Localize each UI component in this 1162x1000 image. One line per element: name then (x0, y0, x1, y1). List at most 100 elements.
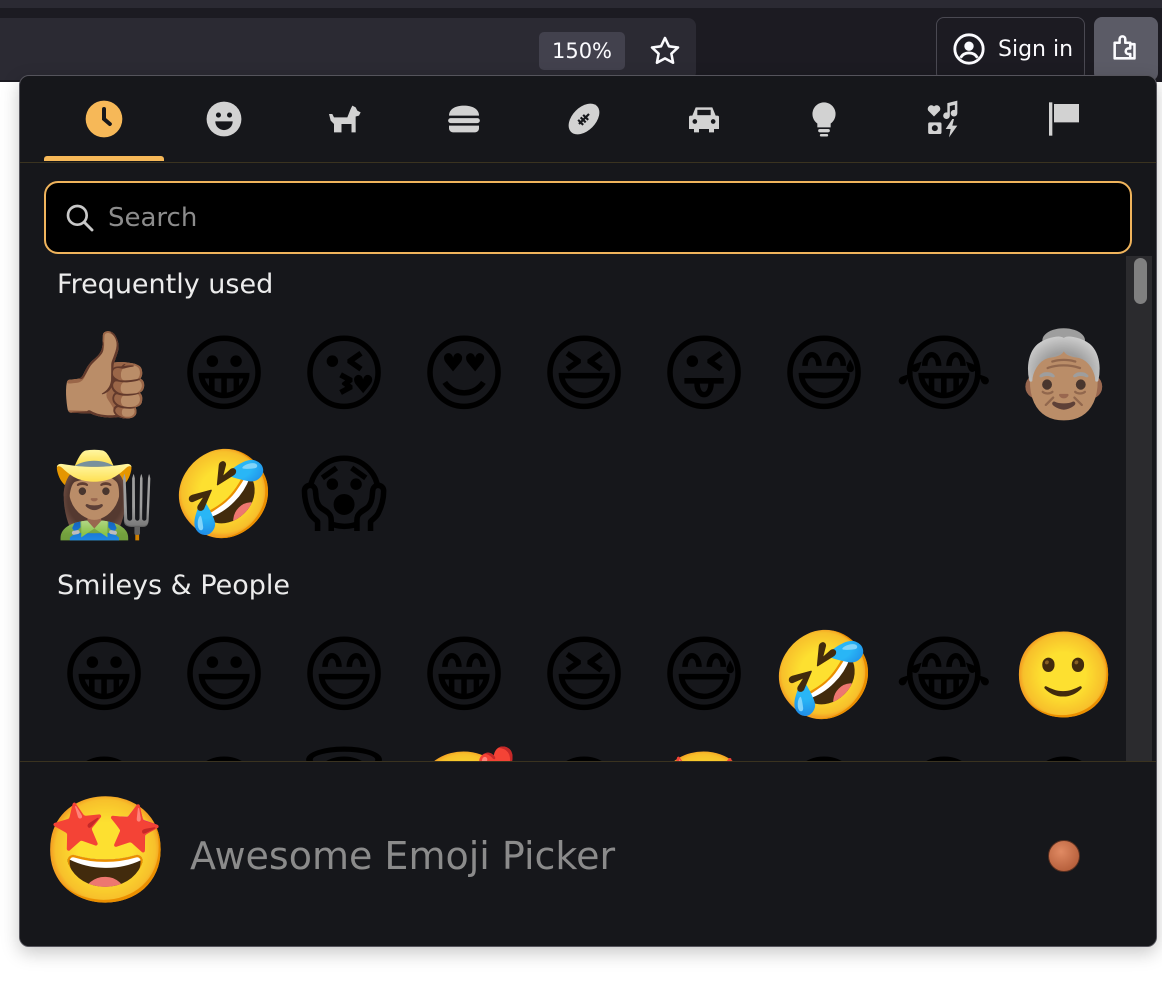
sign-in-button[interactable]: Sign in (936, 17, 1085, 81)
tab-flags[interactable] (1004, 76, 1124, 161)
section-title-smileys-people: Smileys & People (57, 570, 291, 601)
emoji-glyph: 👵🏽 (1011, 325, 1117, 423)
emoji-glyph: 👩🏽‍🌾 (51, 445, 157, 543)
emoji-button[interactable]: 👍🏽 (51, 324, 157, 424)
emoji-glyph: 😍 (540, 753, 628, 761)
search-input[interactable] (106, 201, 1090, 234)
emoji-glyph: 😂 (894, 626, 994, 724)
emoji-glyph: 😇 (300, 753, 388, 761)
emoji-button[interactable]: 😉 (54, 745, 154, 761)
tab-smileys[interactable] (164, 76, 284, 161)
emoji-glyph: 😅 (780, 325, 868, 423)
emoji-button[interactable]: 😍 (534, 745, 634, 761)
emoji-glyph: 😱 (300, 445, 388, 543)
emoji-button[interactable]: 😆 (534, 324, 634, 424)
emoji-button[interactable]: 😃 (174, 625, 274, 725)
emoji-button[interactable]: 😜 (654, 324, 754, 424)
emoji-button[interactable]: 🤣 (771, 625, 877, 725)
scrollbar-thumb[interactable] (1134, 258, 1147, 304)
emoji-glyph: 😆 (540, 325, 628, 423)
emoji-glyph: 🙂 (1011, 626, 1117, 724)
emoji-button[interactable]: 😊 (174, 745, 274, 761)
emoji-glyph: 😜 (660, 325, 748, 423)
browser-toolbar: 150% Sign in (0, 0, 1162, 82)
category-tabs (20, 76, 1156, 163)
emoji-glyph: 🤣 (171, 445, 277, 543)
preview-footer: 🤩 Awesome Emoji Picker (20, 761, 1156, 946)
emoji-button[interactable]: 🤣 (171, 444, 277, 544)
emoji-button[interactable]: 😁 (414, 625, 514, 725)
tab-food[interactable] (404, 76, 524, 161)
emoji-button[interactable]: 😅 (654, 625, 754, 725)
emoji-glyph: 😚 (1020, 753, 1108, 761)
emoji-glyph: 😁 (420, 626, 508, 724)
skin-tone-selector[interactable] (1048, 840, 1080, 872)
search-field[interactable] (44, 181, 1132, 254)
emoji-glyph: 😀 (60, 626, 148, 724)
emoji-button[interactable]: 👵🏽 (1011, 324, 1117, 424)
emoji-glyph: 😃 (180, 626, 268, 724)
preview-title: Awesome Emoji Picker (190, 834, 616, 878)
extensions-button[interactable] (1094, 17, 1158, 81)
emoji-glyph: 😘 (780, 753, 868, 761)
section-title-frequently-used: Frequently used (57, 269, 274, 300)
car-icon (689, 106, 719, 132)
emoji-button[interactable]: 😚 (1014, 745, 1114, 761)
emoji-glyph: 🥰 (412, 753, 517, 761)
tab-recent[interactable] (44, 76, 164, 161)
emoji-button[interactable]: 😱 (294, 444, 394, 544)
emoji-button[interactable]: 😂 (894, 324, 994, 424)
sign-in-label: Sign in (998, 36, 1074, 62)
emoji-glyph: 😊 (180, 753, 268, 761)
account-icon (952, 32, 986, 66)
emoji-glyph: 😅 (660, 626, 748, 724)
emoji-glyph: 🤩 (652, 753, 757, 761)
emoji-glyph: 😂 (894, 325, 994, 423)
emoji-button[interactable]: 😀 (54, 625, 154, 725)
emoji-button[interactable]: 😅 (774, 324, 874, 424)
emoji-button[interactable]: 🙂 (1011, 625, 1117, 725)
burger-icon (448, 105, 480, 132)
emoji-button[interactable]: 😇 (294, 745, 394, 761)
tab-objects[interactable] (764, 76, 884, 161)
zoom-level-badge[interactable]: 150% (539, 32, 625, 70)
emoji-glyph: 😀 (180, 325, 268, 423)
emoji-glyph: 😄 (300, 626, 388, 724)
search-icon (64, 202, 96, 234)
smiley-icon (206, 101, 242, 136)
tab-animals[interactable] (284, 76, 404, 161)
emoji-button[interactable]: 😘 (294, 324, 394, 424)
emoji-button[interactable]: 😍 (414, 324, 514, 424)
symbols-icon (927, 100, 958, 137)
clock-icon (85, 100, 123, 137)
emoji-glyph: 😉 (60, 753, 148, 761)
tab-travel[interactable] (644, 76, 764, 161)
emoji-glyph: 👍🏽 (51, 325, 157, 423)
extension-icon (1109, 30, 1143, 68)
emoji-button[interactable]: 😂 (894, 625, 994, 725)
emoji-list: Frequently used 👍🏽 😀 😘 😍 😆 😜 😅 😂 👵🏽 👩🏽‍🌾 🤣 😱 Smiley… (20, 256, 1125, 761)
flag-icon (1049, 101, 1079, 136)
emoji-button[interactable]: 😀 (174, 324, 274, 424)
emoji-glyph: 😗 (900, 753, 988, 761)
preview-emoji: 🤩 (41, 789, 171, 911)
emoji-glyph: 😍 (420, 325, 508, 423)
emoji-glyph: 😆 (540, 626, 628, 724)
lightbulb-icon (812, 101, 836, 136)
emoji-button[interactable]: 🤩 (652, 745, 757, 761)
emoji-glyph: 🤣 (771, 626, 877, 724)
football-icon (568, 103, 600, 134)
emoji-button[interactable]: 😗 (894, 745, 994, 761)
emoji-button[interactable]: 😘 (774, 745, 874, 761)
emoji-button[interactable]: 😆 (534, 625, 634, 725)
dog-icon (329, 105, 361, 132)
tab-symbols[interactable] (884, 76, 1004, 161)
emoji-button[interactable]: 🥰 (412, 745, 517, 761)
scrollbar[interactable] (1126, 256, 1152, 761)
emoji-glyph: 😘 (300, 325, 388, 423)
emoji-picker-panel: Frequently used 👍🏽😀😘😍😆😜😅😂👵🏽👩🏽‍🌾🤣😱 Smiley… (19, 75, 1157, 947)
emoji-button[interactable]: 👩🏽‍🌾 (51, 444, 157, 544)
emoji-button[interactable]: 😄 (294, 625, 394, 725)
star-icon[interactable] (646, 32, 684, 70)
tab-activities[interactable] (524, 76, 644, 161)
